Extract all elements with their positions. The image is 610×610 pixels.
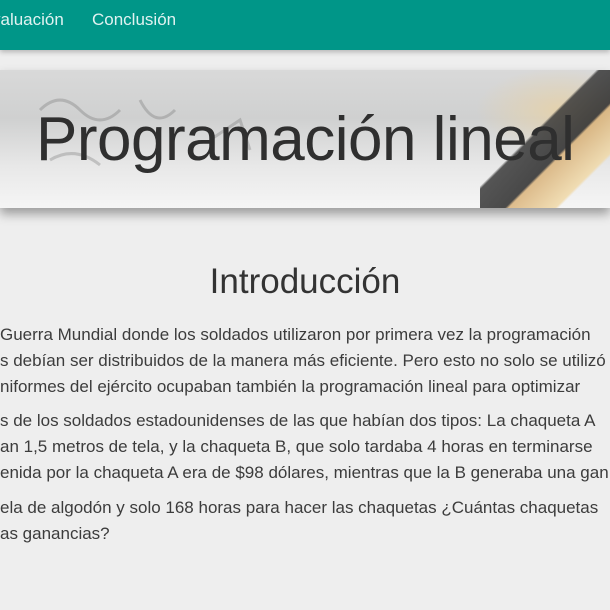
paragraph-line: s debían ser distribuidos de la manera m… bbox=[0, 351, 606, 370]
paragraph-line: ela de algodón y solo 168 horas para hac… bbox=[0, 498, 599, 517]
intro-paragraph-3: ela de algodón y solo 168 horas para hac… bbox=[0, 495, 610, 547]
nav-link-conclusion[interactable]: Conclusión bbox=[92, 10, 176, 30]
paragraph-line: s de los soldados estadounidenses de las… bbox=[0, 411, 596, 430]
page-title: Programación lineal bbox=[36, 105, 575, 174]
intro-paragraph-1: Guerra Mundial donde los soldados utiliz… bbox=[0, 322, 610, 400]
top-navbar: valuación Conclusión bbox=[0, 0, 610, 50]
paragraph-line: enida por la chaqueta A era de $98 dólar… bbox=[0, 463, 609, 482]
paragraph-line: Guerra Mundial donde los soldados utiliz… bbox=[0, 325, 591, 344]
nav-link-evaluacion[interactable]: valuación bbox=[0, 10, 64, 30]
intro-paragraph-2: s de los soldados estadounidenses de las… bbox=[0, 408, 610, 486]
section-title: Introducción bbox=[209, 262, 401, 301]
paragraph-line: niformes del ejército ocupaban también l… bbox=[0, 377, 581, 396]
paragraph-line: as ganancias? bbox=[0, 524, 110, 543]
paragraph-line: an 1,5 metros de tela, y la chaqueta B, … bbox=[0, 437, 593, 456]
